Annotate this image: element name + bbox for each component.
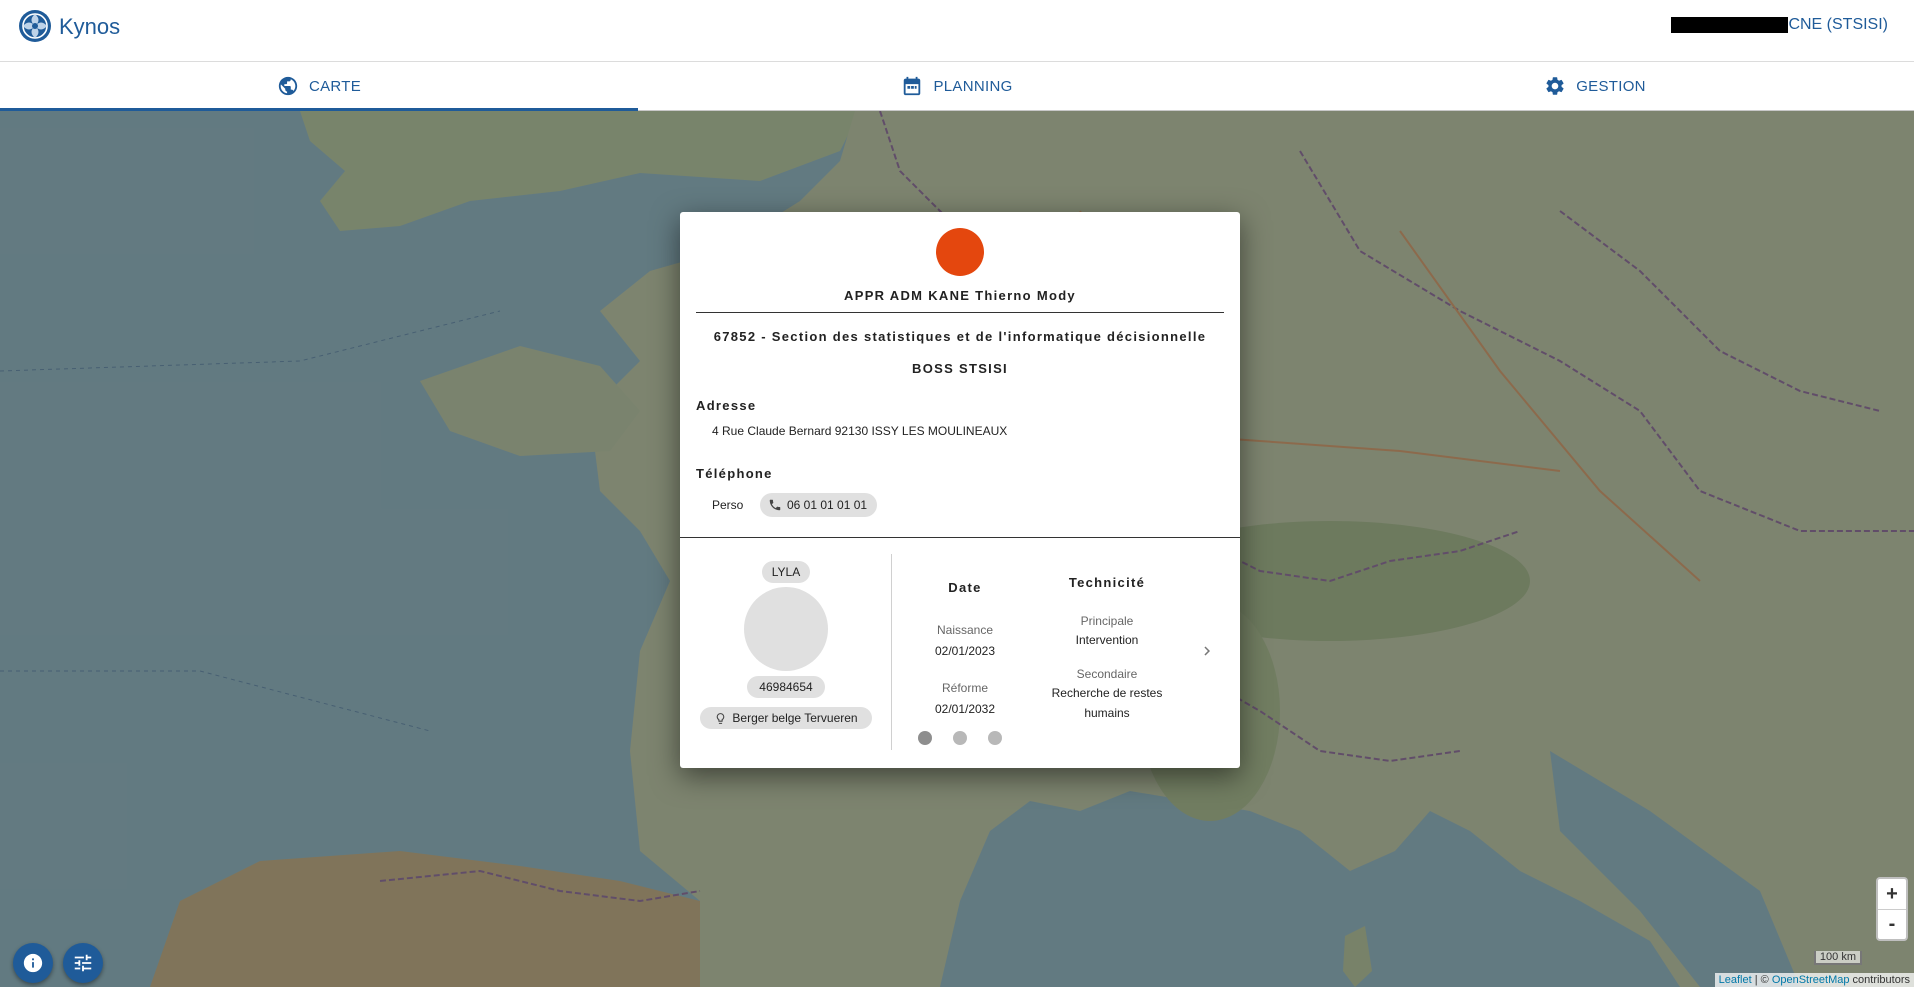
dog-avatar[interactable] <box>744 587 828 671</box>
status-indicator <box>936 228 984 276</box>
user-name: CNE (STSISI) <box>1788 16 1888 33</box>
carousel-dot-1[interactable] <box>918 731 932 745</box>
dog-breed-chip: Berger belge Tervueren <box>700 707 872 729</box>
tune-icon <box>74 954 92 972</box>
reform-value: 02/01/2032 <box>934 702 996 716</box>
app-title[interactable]: Kynos <box>59 14 120 40</box>
map-scale: 100 km <box>1813 951 1862 965</box>
secondary-value: Recherche de restes humains <box>1051 686 1163 720</box>
zoom-out-button[interactable]: - <box>1878 909 1906 939</box>
secondary-label: Secondaire <box>1076 667 1138 681</box>
dog-id-chip: 46984654 <box>747 676 825 698</box>
globe-icon <box>278 76 298 96</box>
app-header: Kynos CNE (STSISI) <box>0 0 1914 62</box>
agent-name: APPR ADM KANE Thierno Mody <box>844 288 1076 303</box>
divider <box>680 537 1240 538</box>
date-title: Date <box>948 580 982 595</box>
address-value: 4 Rue Claude Bernard 92130 ISSY LES MOUL… <box>712 424 1008 438</box>
main-tabs: CARTE PLANNING GESTION <box>0 62 1914 111</box>
phone-number: 06 01 01 01 01 <box>787 498 868 512</box>
primary-label: Principale <box>1080 614 1134 628</box>
lightbulb-icon <box>717 712 725 724</box>
tab-planning[interactable]: PLANNING <box>638 62 1276 110</box>
divider <box>696 312 1224 313</box>
gear-icon <box>1546 77 1564 95</box>
kynos-logo-icon[interactable] <box>18 9 52 43</box>
technicite-title: Technicité <box>1068 575 1146 590</box>
tab-carte[interactable]: CARTE <box>0 62 638 111</box>
address-label: Adresse <box>696 398 757 413</box>
tab-planning-label: PLANNING <box>933 77 1013 95</box>
dog-name-chip: LYLA <box>762 561 810 583</box>
attribution-suffix: contributors <box>1849 974 1910 986</box>
chevron-right-icon[interactable] <box>1198 642 1216 660</box>
info-icon <box>23 953 43 973</box>
map-attribution: Leaflet | © OpenStreetMap contributors <box>1714 973 1914 987</box>
osm-link[interactable]: OpenStreetMap <box>1772 974 1850 986</box>
calendar-icon <box>904 76 921 96</box>
agent-role: BOSS STSISI <box>912 361 1008 376</box>
carousel-dot-3[interactable] <box>988 731 1002 745</box>
attribution-separator: | © <box>1751 974 1772 986</box>
agent-detail-dialog: APPR ADM KANE Thierno Mody 67852 - Secti… <box>680 212 1240 768</box>
agent-unit: 67852 - Section des statistiques et de l… <box>713 329 1207 344</box>
info-button[interactable] <box>13 943 53 983</box>
tab-gestion[interactable]: GESTION <box>1276 62 1914 110</box>
zoom-control: + - <box>1876 877 1908 941</box>
dog-breed: Berger belge Tervueren <box>732 711 858 725</box>
user-menu[interactable]: CNE (STSISI) <box>1671 16 1888 34</box>
leaflet-link[interactable]: Leaflet <box>1719 974 1752 986</box>
tab-carte-label: CARTE <box>308 77 362 95</box>
zoom-in-button[interactable]: + <box>1878 879 1906 909</box>
reform-label: Réforme <box>941 681 988 695</box>
tab-gestion-label: GESTION <box>1576 77 1646 95</box>
primary-value: Intervention <box>1075 633 1139 647</box>
filter-settings-button[interactable] <box>63 943 103 983</box>
carousel-dot-2[interactable] <box>953 731 967 745</box>
column-divider <box>891 554 892 750</box>
phone-chip[interactable]: 06 01 01 01 01 <box>760 493 878 517</box>
birth-label: Naissance <box>936 623 994 637</box>
birth-value: 02/01/2023 <box>934 644 996 658</box>
phone-label: Téléphone <box>696 466 773 481</box>
phone-icon <box>769 499 781 511</box>
phone-type: Perso <box>712 498 744 512</box>
redacted-block <box>1671 17 1789 33</box>
